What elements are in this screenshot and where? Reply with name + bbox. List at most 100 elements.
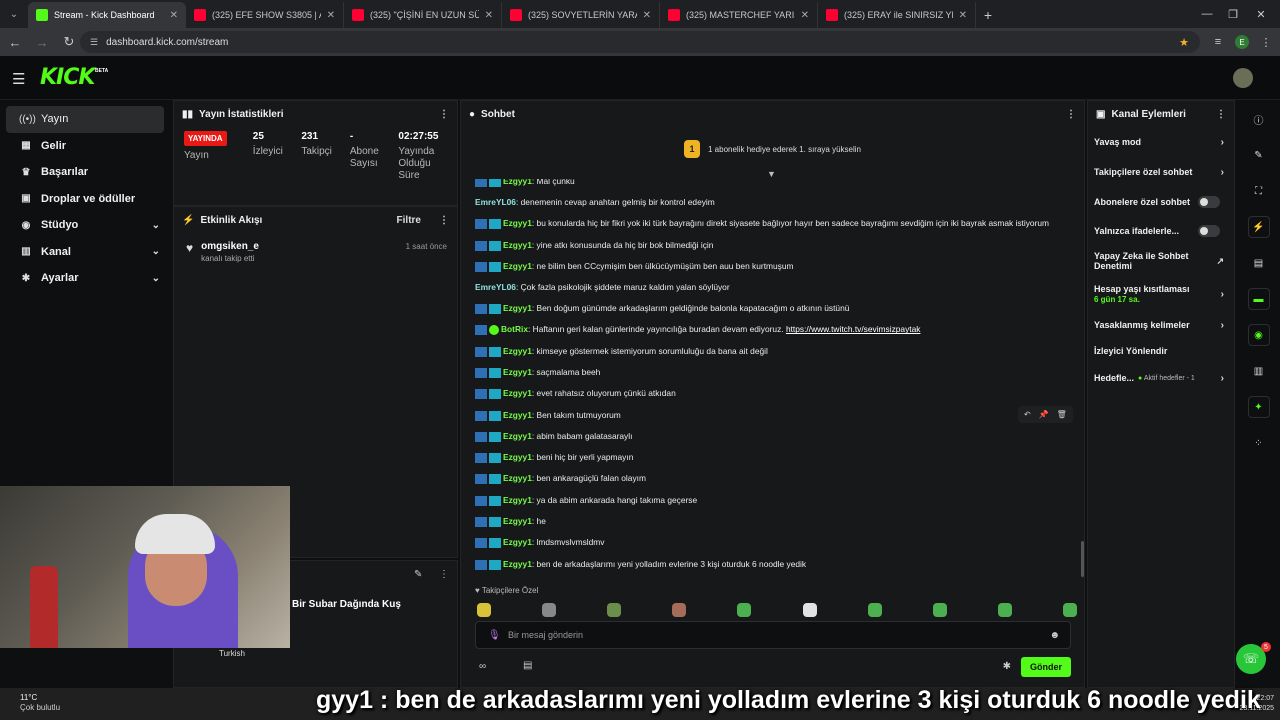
- chat-input[interactable]: 🎙 Bir mesaj gönderin ☻: [475, 621, 1071, 649]
- close-tab-icon[interactable]: ✕: [170, 10, 178, 21]
- channel-action-item[interactable]: İzleyici Yönlendir: [1088, 339, 1234, 363]
- bookmark-star-icon[interactable]: ★: [1174, 32, 1194, 52]
- weather-widget[interactable]: 11°C Çok bulutlu: [20, 693, 60, 713]
- close-tab-icon[interactable]: ✕: [327, 10, 335, 21]
- address-bar[interactable]: ☰ dashboard.kick.com/stream: [80, 31, 1200, 53]
- collapse-pin-icon[interactable]: ▼: [767, 169, 776, 179]
- channel-action-item[interactable]: Abonelere özel sohbet: [1088, 187, 1234, 217]
- lightning-icon[interactable]: ⚡: [1247, 216, 1270, 238]
- channel-action-item[interactable]: Yavaş mod ›: [1088, 127, 1234, 157]
- broadcast-icon[interactable]: ◉: [1247, 324, 1270, 346]
- sidebar-item[interactable]: ((•)) Yayın: [6, 106, 164, 133]
- edit-pencil-icon[interactable]: ✎: [414, 569, 422, 580]
- back-icon[interactable]: ←: [3, 30, 27, 54]
- emote[interactable]: [802, 603, 817, 617]
- filter-button[interactable]: Filtre: [397, 215, 421, 226]
- browser-tab[interactable]: (325) "ÇİŞİNİ EN UZUN SÜRE TU ✕: [344, 2, 502, 28]
- emote[interactable]: [867, 603, 882, 617]
- sidebar-item[interactable]: ▥ Kanal ⌄: [6, 239, 164, 266]
- sidebar-item[interactable]: ✱ Ayarlar ⌄: [6, 265, 164, 292]
- info-icon[interactable]: ⓘ: [1248, 108, 1270, 130]
- chat-link[interactable]: https://www.twitch.tv/sevimsizpaytak: [786, 324, 921, 334]
- chat-bubble-icon[interactable]: ▬: [1247, 288, 1270, 310]
- channel-action-item[interactable]: Yasaklanmış kelimeler ›: [1088, 311, 1234, 339]
- emote[interactable]: [607, 603, 622, 617]
- chat-username[interactable]: EmreYL06: [475, 197, 516, 207]
- forward-icon[interactable]: →: [30, 30, 54, 54]
- close-tab-icon[interactable]: ✕: [959, 10, 967, 21]
- hamburger-menu-icon[interactable]: ☰: [12, 70, 25, 88]
- layout-icon[interactable]: ▥: [1248, 360, 1270, 382]
- toggle-switch[interactable]: [1198, 225, 1220, 237]
- chat-username[interactable]: Ezgyy1: [503, 303, 532, 313]
- gift-leaderboard-banner[interactable]: 1 1 abonelik hediye ederek 1. sıraya yük…: [461, 131, 1084, 167]
- close-tab-icon[interactable]: ✕: [485, 10, 493, 21]
- site-info-icon[interactable]: ☰: [90, 37, 98, 48]
- tab-search-icon[interactable]: ⌄: [0, 0, 28, 28]
- apps-icon[interactable]: ⁘: [1248, 432, 1270, 454]
- emote[interactable]: [997, 603, 1012, 617]
- channel-action-item[interactable]: Takipçilere özel sohbet ›: [1088, 157, 1234, 187]
- toggle-switch[interactable]: [1198, 196, 1220, 208]
- wrench-icon[interactable]: ✦: [1247, 396, 1270, 418]
- browser-tab[interactable]: (325) SOVYETLERİN YARATTIĞI ✕: [502, 2, 660, 28]
- chat-username[interactable]: Ezgyy1: [503, 495, 532, 505]
- emote[interactable]: [1062, 603, 1077, 617]
- chat-username[interactable]: Ezgyy1: [503, 261, 532, 271]
- browser-tab[interactable]: (325) ERAY ile SINIRSIZ YEMEK ✕: [818, 2, 976, 28]
- stats-options-icon[interactable]: ⋮: [439, 109, 449, 120]
- sidebar-item[interactable]: ◉ Stüdyo ⌄: [6, 212, 164, 239]
- chat-username[interactable]: Ezgyy1: [503, 179, 532, 186]
- reload-icon[interactable]: ↻: [57, 30, 81, 54]
- reply-icon[interactable]: ↶: [1024, 410, 1031, 419]
- channel-action-item[interactable]: Hesap yaşı kısıtlaması 6 gün 17 sa. ›: [1088, 277, 1234, 311]
- emote[interactable]: [737, 603, 752, 617]
- channel-action-item[interactable]: Yalnızca ifadelerle...: [1088, 217, 1234, 245]
- kick-logo[interactable]: KICK: [40, 65, 95, 90]
- activity-options-icon[interactable]: ⋮: [439, 215, 449, 226]
- chat-username[interactable]: Ezgyy1: [503, 431, 532, 441]
- profile-avatar[interactable]: E: [1232, 32, 1252, 52]
- channel-action-item[interactable]: Hedefle... ● Aktif hedefler - 1 ›: [1088, 363, 1234, 393]
- sidebar-item[interactable]: ♛ Başarılar: [6, 159, 164, 186]
- sidebar-item[interactable]: ▣ Droplar ve ödüller: [6, 186, 164, 213]
- chat-username[interactable]: BotRix: [501, 324, 528, 334]
- pin-icon[interactable]: 📌: [1039, 410, 1049, 419]
- browser-tab[interactable]: (325) EFE SHOW S3805 | ATI2(✕: [186, 2, 344, 28]
- chat-username[interactable]: Ezgyy1: [503, 473, 532, 483]
- close-tab-icon[interactable]: ✕: [643, 10, 651, 21]
- emote[interactable]: [932, 603, 947, 617]
- chat-username[interactable]: Ezgyy1: [503, 559, 532, 569]
- activity-user[interactable]: omgsiken_e: [201, 241, 259, 252]
- store-icon[interactable]: ▤: [523, 660, 532, 671]
- emoji-icon[interactable]: ☻: [1049, 630, 1060, 641]
- channel-action-item[interactable]: Yapay Zeka ile Sohbet Denetimi ↗: [1088, 245, 1234, 277]
- stream-info-options-icon[interactable]: ⋮: [439, 569, 449, 580]
- infinity-icon[interactable]: ∞: [479, 661, 486, 672]
- emote[interactable]: [672, 603, 687, 617]
- browser-tab[interactable]: (325) MASTERCHEF YARIŞMACI ✕: [660, 2, 818, 28]
- chat-username[interactable]: Ezgyy1: [503, 388, 532, 398]
- browser-tab[interactable]: Stream - Kick Dashboard ✕: [28, 2, 186, 28]
- pencil-icon[interactable]: ✎: [1248, 144, 1270, 166]
- channel-actions-options-icon[interactable]: ⋮: [1216, 109, 1226, 120]
- chat-scrollbar[interactable]: [1081, 541, 1084, 577]
- delete-icon[interactable]: 🗑: [1057, 410, 1067, 419]
- emote[interactable]: [542, 603, 557, 617]
- chat-options-icon[interactable]: ⋮: [1066, 109, 1076, 120]
- document-icon[interactable]: ▤: [1248, 252, 1270, 274]
- send-button[interactable]: Gönder: [1021, 657, 1071, 677]
- taskbar-clock[interactable]: 22:07 23.11.2025: [1239, 694, 1274, 714]
- close-tab-icon[interactable]: ✕: [801, 10, 809, 21]
- fullscreen-icon[interactable]: ⛶: [1248, 180, 1270, 202]
- chat-username[interactable]: Ezgyy1: [503, 367, 532, 377]
- close-window-icon[interactable]: ✕: [1244, 0, 1278, 28]
- chat-username[interactable]: EmreYL06: [475, 282, 516, 292]
- chat-username[interactable]: Ezgyy1: [503, 537, 532, 547]
- emote[interactable]: [477, 603, 491, 617]
- chat-username[interactable]: Ezgyy1: [503, 452, 532, 462]
- chat-settings-icon[interactable]: ✱: [1003, 661, 1011, 672]
- chat-username[interactable]: Ezgyy1: [503, 516, 532, 526]
- mic-icon[interactable]: 🎙: [488, 630, 501, 641]
- playlist-icon[interactable]: ≡: [1208, 32, 1228, 52]
